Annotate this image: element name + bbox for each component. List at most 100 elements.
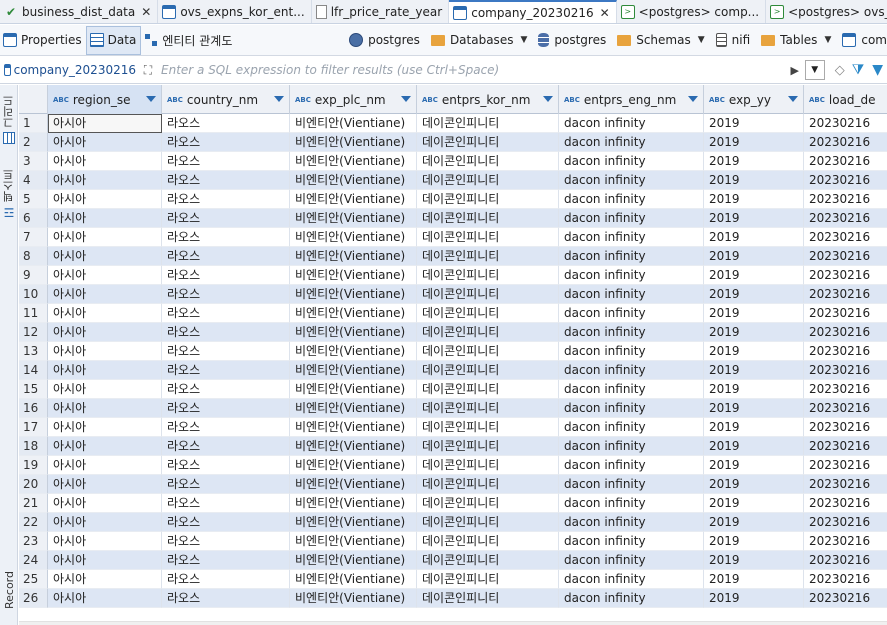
- table-row[interactable]: 13 아시아 라오스 비엔티안(Vientiane) 데이콘인피니티 dacon infi…: [19, 342, 887, 361]
- cell-country-nm[interactable]: 라오스: [162, 570, 290, 589]
- cell-entprs-kor-nm[interactable]: 데이콘인피니티: [417, 589, 559, 608]
- close-icon[interactable]: ✕: [600, 6, 610, 20]
- apply-filter-icon[interactable]: ▶: [785, 64, 805, 77]
- cell-region-se[interactable]: 아시아: [48, 152, 162, 171]
- table-row[interactable]: 16 아시아 라오스 비엔티안(Vientiane) 데이콘인피니티 dacon infi…: [19, 399, 887, 418]
- row-number-cell[interactable]: 18: [19, 437, 48, 456]
- table-row[interactable]: 9 아시아 라오스 비엔티안(Vientiane) 데이콘인피니티 dacon infin…: [19, 266, 887, 285]
- cell-entprs-kor-nm[interactable]: 데이콘인피니티: [417, 209, 559, 228]
- cell-entprs-kor-nm[interactable]: 데이콘인피니티: [417, 513, 559, 532]
- cell-exp-yy[interactable]: 2019: [704, 418, 804, 437]
- cell-country-nm[interactable]: 라오스: [162, 247, 290, 266]
- row-number-cell[interactable]: 8: [19, 247, 48, 266]
- table-row[interactable]: 12 아시아 라오스 비엔티안(Vientiane) 데이콘인피니티 dacon infi…: [19, 323, 887, 342]
- cell-exp-yy[interactable]: 2019: [704, 304, 804, 323]
- cell-exp-yy[interactable]: 2019: [704, 437, 804, 456]
- cell-entprs-eng-nm[interactable]: dacon infinity: [559, 418, 704, 437]
- schemas-selector[interactable]: Schemas ▼: [617, 33, 705, 47]
- cell-country-nm[interactable]: 라오스: [162, 152, 290, 171]
- cell-region-se[interactable]: 아시아: [48, 570, 162, 589]
- table-row[interactable]: 18 아시아 라오스 비엔티안(Vientiane) 데이콘인피니티 dacon infi…: [19, 437, 887, 456]
- cell-exp-yy[interactable]: 2019: [704, 551, 804, 570]
- cell-entprs-kor-nm[interactable]: 데이콘인피니티: [417, 361, 559, 380]
- cell-entprs-eng-nm[interactable]: dacon infinity: [559, 342, 704, 361]
- cell-entprs-kor-nm[interactable]: 데이콘인피니티: [417, 342, 559, 361]
- cell-exp-yy[interactable]: 2019: [704, 171, 804, 190]
- text-view-tab[interactable]: 텍스트 ☲: [0, 169, 18, 220]
- cell-exp-yy[interactable]: 2019: [704, 570, 804, 589]
- cell-region-se[interactable]: 아시아: [48, 399, 162, 418]
- schema-selector[interactable]: nifi: [715, 33, 750, 47]
- table-row[interactable]: 8 아시아 라오스 비엔티안(Vientiane) 데이콘인피니티 dacon infin…: [19, 247, 887, 266]
- cell-country-nm[interactable]: 라오스: [162, 361, 290, 380]
- grid-view-tab[interactable]: 그리드: [0, 95, 18, 144]
- cell-entprs-eng-nm[interactable]: dacon infinity: [559, 266, 704, 285]
- tab-data[interactable]: Data: [85, 25, 142, 55]
- cell-load-de[interactable]: 20230216: [804, 532, 887, 551]
- cell-entprs-kor-nm[interactable]: 데이콘인피니티: [417, 456, 559, 475]
- cell-region-se[interactable]: 아시아: [48, 133, 162, 152]
- cell-exp-plc-nm[interactable]: 비엔티안(Vientiane): [290, 152, 417, 171]
- cell-exp-yy[interactable]: 2019: [704, 494, 804, 513]
- column-header-entprs-kor-nm[interactable]: ABC entprs_kor_nm: [417, 85, 559, 114]
- cell-exp-plc-nm[interactable]: 비엔티안(Vientiane): [290, 342, 417, 361]
- table-row[interactable]: 14 아시아 라오스 비엔티안(Vientiane) 데이콘인피니티 dacon infi…: [19, 361, 887, 380]
- chevron-down-icon[interactable]: ▼: [520, 35, 527, 45]
- row-number-cell[interactable]: 23: [19, 532, 48, 551]
- tables-selector[interactable]: Tables ▼: [761, 33, 831, 47]
- cell-exp-plc-nm[interactable]: 비엔티안(Vientiane): [290, 266, 417, 285]
- cell-region-se[interactable]: 아시아: [48, 551, 162, 570]
- table-row[interactable]: 11 아시아 라오스 비엔티안(Vientiane) 데이콘인피니티 dacon infi…: [19, 304, 887, 323]
- cell-region-se[interactable]: 아시아: [48, 171, 162, 190]
- cell-country-nm[interactable]: 라오스: [162, 342, 290, 361]
- cell-entprs-kor-nm[interactable]: 데이콘인피니티: [417, 570, 559, 589]
- row-number-cell[interactable]: 24: [19, 551, 48, 570]
- cell-entprs-kor-nm[interactable]: 데이콘인피니티: [417, 304, 559, 323]
- cell-entprs-kor-nm[interactable]: 데이콘인피니티: [417, 418, 559, 437]
- row-number-cell[interactable]: 2: [19, 133, 48, 152]
- cell-region-se[interactable]: 아시아: [48, 209, 162, 228]
- filter-history-dropdown[interactable]: ▼: [804, 60, 825, 80]
- cell-entprs-kor-nm[interactable]: 데이콘인피니티: [417, 532, 559, 551]
- cell-entprs-eng-nm[interactable]: dacon infinity: [559, 380, 704, 399]
- column-header-country-nm[interactable]: ABC country_nm: [162, 85, 290, 114]
- cell-exp-yy[interactable]: 2019: [704, 380, 804, 399]
- column-header-load-de[interactable]: ABC load_de: [804, 85, 887, 114]
- cell-entprs-eng-nm[interactable]: dacon infinity: [559, 589, 704, 608]
- cell-entprs-kor-nm[interactable]: 데이콘인피니티: [417, 323, 559, 342]
- row-number-cell[interactable]: 11: [19, 304, 48, 323]
- cell-load-de[interactable]: 20230216: [804, 209, 887, 228]
- cell-exp-yy[interactable]: 2019: [704, 209, 804, 228]
- record-view-tab[interactable]: Record: [0, 571, 18, 609]
- table-row[interactable]: 19 아시아 라오스 비엔티안(Vientiane) 데이콘인피니티 dacon infi…: [19, 456, 887, 475]
- cell-region-se[interactable]: 아시아: [48, 190, 162, 209]
- cell-load-de[interactable]: 20230216: [804, 551, 887, 570]
- editor-tab-postgres-ovs[interactable]: > <postgres> ovs_e: [766, 0, 887, 23]
- sort-desc-icon[interactable]: [543, 96, 553, 102]
- cell-entprs-eng-nm[interactable]: dacon infinity: [559, 361, 704, 380]
- cell-entprs-eng-nm[interactable]: dacon infinity: [559, 475, 704, 494]
- cell-load-de[interactable]: 20230216: [804, 323, 887, 342]
- cell-entprs-eng-nm[interactable]: dacon infinity: [559, 494, 704, 513]
- cell-load-de[interactable]: 20230216: [804, 342, 887, 361]
- cell-exp-plc-nm[interactable]: 비엔티안(Vientiane): [290, 209, 417, 228]
- filter-input[interactable]: [161, 59, 785, 81]
- cell-exp-plc-nm[interactable]: 비엔티안(Vientiane): [290, 380, 417, 399]
- cell-entprs-eng-nm[interactable]: dacon infinity: [559, 456, 704, 475]
- cell-country-nm[interactable]: 라오스: [162, 494, 290, 513]
- cell-entprs-kor-nm[interactable]: 데이콘인피니티: [417, 437, 559, 456]
- row-number-cell[interactable]: 3: [19, 152, 48, 171]
- table-row[interactable]: 25 아시아 라오스 비엔티안(Vientiane) 데이콘인피니티 dacon infi…: [19, 570, 887, 589]
- cell-load-de[interactable]: 20230216: [804, 304, 887, 323]
- cell-entprs-kor-nm[interactable]: 데이콘인피니티: [417, 475, 559, 494]
- cell-exp-plc-nm[interactable]: 비엔티안(Vientiane): [290, 456, 417, 475]
- editor-tab-postgres-comp[interactable]: > <postgres> comp...: [617, 0, 767, 23]
- chevron-down-icon[interactable]: ▼: [824, 35, 831, 45]
- cell-region-se[interactable]: 아시아: [48, 304, 162, 323]
- editor-tab-ovs-expns[interactable]: ovs_expns_kor_ent...: [158, 0, 312, 23]
- cell-exp-plc-nm[interactable]: 비엔티안(Vientiane): [290, 475, 417, 494]
- horizontal-scrollbar[interactable]: [19, 621, 887, 625]
- cell-region-se[interactable]: 아시아: [48, 342, 162, 361]
- cell-exp-plc-nm[interactable]: 비엔티안(Vientiane): [290, 551, 417, 570]
- cell-country-nm[interactable]: 라오스: [162, 266, 290, 285]
